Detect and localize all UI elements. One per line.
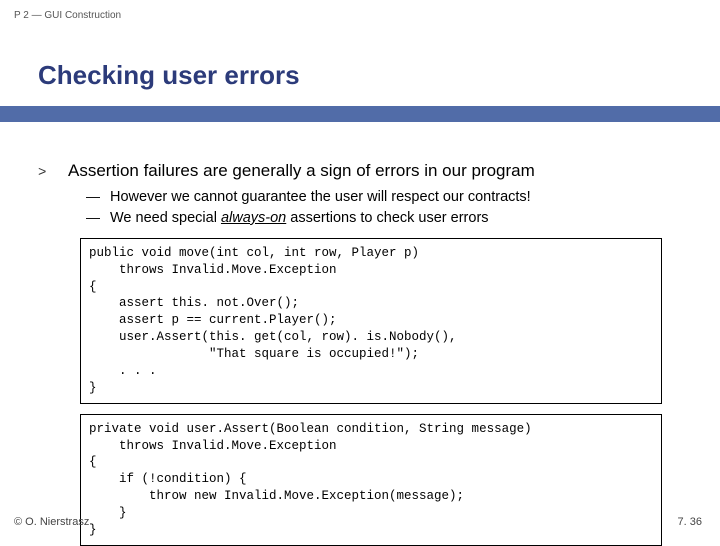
sub-bullet: — However we cannot guarantee the user w… [86, 188, 688, 207]
slide-title: Checking user errors [38, 60, 300, 91]
sub-bullet: — We need special always-on assertions t… [86, 209, 688, 228]
code-block-userassert: private void user.Assert(Boolean conditi… [80, 414, 662, 546]
footer-page-number: 7. 36 [678, 516, 702, 528]
bullet-marker: > [38, 165, 68, 181]
sub-bullet-marker: — [86, 188, 110, 204]
sub-bullet-prefix: We need special [110, 210, 221, 226]
code-block-move: public void move(int col, int row, Playe… [80, 238, 662, 404]
main-bullet: > Assertion failures are generally a sig… [38, 160, 688, 182]
content-area: > Assertion failures are generally a sig… [38, 160, 688, 546]
title-underline-bar [0, 106, 720, 122]
sub-bullet-marker: — [86, 209, 110, 225]
footer-copyright: © O. Nierstrasz [14, 516, 89, 528]
sub-bullet-list: — However we cannot guarantee the user w… [86, 188, 688, 228]
sub-bullet-text: However we cannot guarantee the user wil… [110, 188, 531, 207]
sub-bullet-emphasis: always-on [221, 210, 286, 226]
header-label: P 2 — GUI Construction [14, 10, 121, 21]
sub-bullet-text: We need special always-on assertions to … [110, 209, 489, 228]
sub-bullet-suffix: assertions to check user errors [286, 210, 488, 226]
bullet-text: Assertion failures are generally a sign … [68, 160, 535, 182]
